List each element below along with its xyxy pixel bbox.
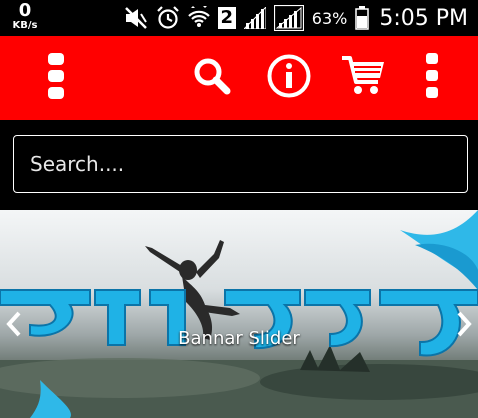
network-speed-value: 0	[18, 0, 32, 21]
network-speed-unit: KB/s	[12, 20, 38, 31]
clock: 5:05 PM	[379, 5, 468, 31]
app-toolbar	[0, 36, 478, 120]
drawer-menu-icon	[46, 51, 66, 105]
battery-icon	[355, 6, 370, 30]
network-speed: 0 KB/s	[8, 2, 42, 31]
search-button[interactable]	[188, 48, 236, 108]
search-input[interactable]	[13, 135, 468, 193]
search-bar	[0, 120, 478, 210]
sim-icon: 2	[217, 7, 236, 29]
status-bar: 0 KB/s 2 63% 5:05 PM	[0, 0, 478, 36]
banner-caption: Bannar Slider	[178, 328, 300, 349]
info-button[interactable]	[264, 48, 314, 108]
overflow-menu-button[interactable]	[414, 48, 450, 108]
cart-icon	[340, 54, 386, 102]
battery-percent: 63%	[311, 8, 348, 28]
search-icon	[192, 56, 232, 100]
signal-icon	[273, 5, 304, 31]
wifi-icon	[187, 6, 210, 30]
banner-slider[interactable]: Bannar Slider	[0, 210, 478, 418]
alarm-icon	[156, 6, 180, 30]
mute-icon	[124, 7, 148, 29]
signal-icon	[243, 7, 266, 29]
banner-image	[0, 210, 478, 418]
drawer-menu-button[interactable]	[36, 48, 76, 108]
overflow-menu-icon	[424, 51, 440, 105]
info-icon	[266, 53, 312, 103]
cart-button[interactable]	[338, 48, 388, 108]
status-icons: 2 63% 5:05 PM	[124, 0, 468, 36]
